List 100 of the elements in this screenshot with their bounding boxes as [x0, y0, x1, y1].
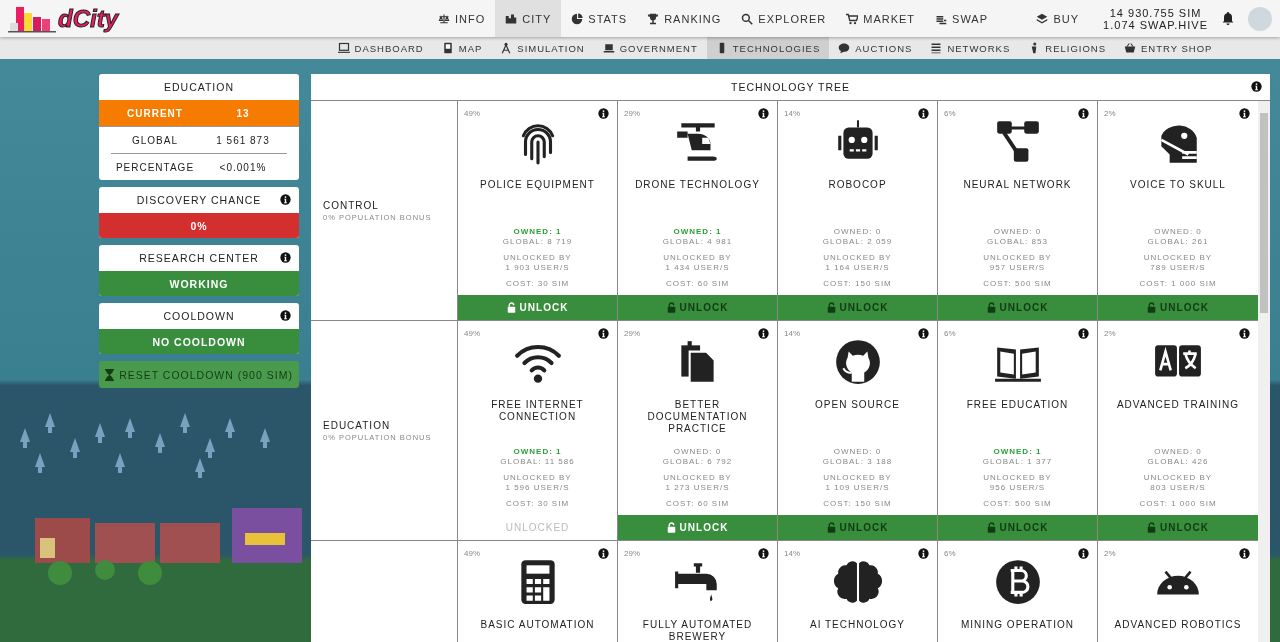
- unlock-button[interactable]: UNLOCK: [458, 295, 617, 320]
- global-count: GLOBAL: 8 719: [502, 237, 573, 247]
- status-value: WORKING: [99, 271, 299, 296]
- cost-text: COST: 60 SIM: [665, 499, 730, 509]
- user-count: 1 273 USER/S: [665, 483, 730, 493]
- owned-count: OWNED: 0: [1154, 227, 1202, 237]
- info-icon[interactable]: [758, 548, 769, 559]
- technology-name: FULLY AUTOMATED BREWERY: [641, 619, 754, 642]
- buildings-logo-icon: [8, 4, 56, 33]
- info-icon[interactable]: [918, 548, 929, 559]
- chance-percent: 29%: [624, 109, 640, 118]
- card-title: RESEARCH CENTER: [139, 252, 259, 264]
- info-icon[interactable]: [918, 108, 929, 119]
- nav-tab[interactable]: STATS: [561, 0, 638, 37]
- cost-text: COST: 1 000 SIM: [1139, 279, 1217, 289]
- card-title: COOLDOWN: [163, 310, 235, 322]
- balance-text: 1.074 SWAP.HIVE: [1103, 18, 1208, 31]
- layers-icon: [1036, 12, 1049, 25]
- technology-name: POLICE EQUIPMENT: [479, 179, 596, 192]
- global-count: GLOBAL: 4 981: [662, 237, 733, 247]
- status-value: NO COOLDOWN: [99, 329, 299, 354]
- technology-name: FREE INTERNET CONNECTION: [490, 399, 585, 424]
- unlocked-padlock-icon: [666, 522, 676, 533]
- unlocked-by-label: UNLOCKED BY: [983, 473, 1052, 483]
- user-count: 1 903 USER/S: [505, 263, 570, 273]
- scrollbar[interactable]: [1258, 101, 1270, 642]
- info-icon[interactable]: [1078, 328, 1089, 339]
- unlocked-padlock-icon: [986, 522, 996, 533]
- global-count: GLOBAL: 1 377: [982, 457, 1053, 467]
- comment-icon: [838, 42, 851, 54]
- global-count: GLOBAL: 11 586: [500, 457, 575, 467]
- technology-name: OPEN SOURCE: [814, 399, 901, 412]
- subnav-tab[interactable]: AUCTIONS: [829, 37, 922, 59]
- monitor-icon: [337, 42, 350, 54]
- subnav-tab[interactable]: RELIGIONS: [1019, 37, 1115, 59]
- info-icon[interactable]: [280, 194, 291, 205]
- info-icon[interactable]: [1078, 108, 1089, 119]
- subnav-tab[interactable]: DASHBOARD: [328, 37, 433, 59]
- subnav-tab[interactable]: NETWORKS: [921, 37, 1020, 59]
- chance-percent: 6%: [944, 549, 956, 558]
- nav-tab[interactable]: INFO: [428, 0, 496, 37]
- chance-percent: 14%: [784, 549, 800, 558]
- scale-icon: [438, 12, 450, 25]
- subnav-tab[interactable]: SIMULATION: [491, 37, 594, 59]
- technology-name: ROBOCOP: [827, 179, 888, 192]
- info-icon[interactable]: [1251, 81, 1262, 92]
- unlock-button[interactable]: UNLOCK: [618, 515, 777, 540]
- cost-text: COST: 1 000 SIM: [1139, 499, 1217, 509]
- subnav-tab[interactable]: GOVERNMENT: [593, 37, 707, 59]
- unlocked-by-label: UNLOCKED BY: [983, 253, 1052, 263]
- unlocked-by-label: UNLOCKED BY: [663, 473, 732, 483]
- info-icon[interactable]: [918, 328, 929, 339]
- chance-percent: 49%: [464, 109, 480, 118]
- nav-tab[interactable]: CITY: [495, 0, 562, 37]
- owned-count: OWNED: 1: [513, 447, 562, 457]
- chance-percent: 14%: [784, 109, 800, 118]
- info-icon[interactable]: [280, 310, 291, 321]
- category-name: EDUCATION: [323, 419, 392, 431]
- info-icon[interactable]: [1239, 108, 1250, 119]
- chance-percent: 2%: [1104, 549, 1116, 558]
- list-icon: [930, 42, 943, 54]
- unlocked-by-label: UNLOCKED BY: [503, 253, 572, 263]
- cost-text: COST: 150 SIM: [823, 279, 892, 289]
- buy-button[interactable]: BUY: [1026, 12, 1090, 25]
- technology-name: VOICE TO SKULL: [1129, 179, 1227, 192]
- subnav-tab[interactable]: MAP: [432, 37, 492, 59]
- subnav-tab[interactable]: ENTRY SHOP: [1115, 37, 1222, 59]
- chance-percent: 2%: [1104, 109, 1116, 118]
- subnav-tab[interactable]: TECHNOLOGIES: [706, 37, 830, 59]
- logo-text[interactable]: dCity: [58, 4, 118, 33]
- info-icon[interactable]: [1078, 548, 1089, 559]
- info-icon[interactable]: [598, 108, 609, 119]
- nav-tab[interactable]: EXPLORER: [731, 0, 837, 37]
- info-icon[interactable]: [1239, 328, 1250, 339]
- stat-value: <0.001%: [218, 161, 268, 173]
- info-icon[interactable]: [280, 252, 291, 263]
- chance-percent: 6%: [944, 109, 956, 118]
- hourglass-icon: [105, 368, 115, 381]
- info-icon[interactable]: [758, 328, 769, 339]
- info-icon[interactable]: [1239, 548, 1250, 559]
- nav-tab[interactable]: SWAP: [925, 0, 999, 37]
- technology-name: NEURAL NETWORK: [962, 179, 1073, 192]
- owned-count: OWNED: 0: [833, 447, 882, 457]
- info-icon[interactable]: [598, 548, 609, 559]
- unlocked-by-label: UNLOCKED BY: [823, 473, 892, 483]
- global-count: GLOBAL: 853: [987, 237, 1048, 247]
- nav-tab[interactable]: MARKET: [836, 0, 926, 37]
- bell-icon[interactable]: [1222, 12, 1234, 25]
- info-icon[interactable]: [598, 328, 609, 339]
- stat-label: PERCENTAGE: [114, 161, 196, 173]
- cost-text: COST: 30 SIM: [505, 499, 570, 509]
- technology-name: DRONE TECHNOLOGY: [634, 179, 761, 192]
- info-icon[interactable]: [758, 108, 769, 119]
- technology-name: AI TECHNOLOGY: [808, 619, 907, 632]
- trophy-icon: [647, 12, 660, 25]
- user-count: 789 USER/S: [1150, 263, 1206, 273]
- user-count: 1 434 USER/S: [665, 263, 730, 273]
- nav-tab[interactable]: RANKING: [637, 0, 732, 37]
- technology-name: MINING OPERATION: [959, 619, 1075, 632]
- panel-title: TECHNOLOGY TREE: [730, 81, 851, 93]
